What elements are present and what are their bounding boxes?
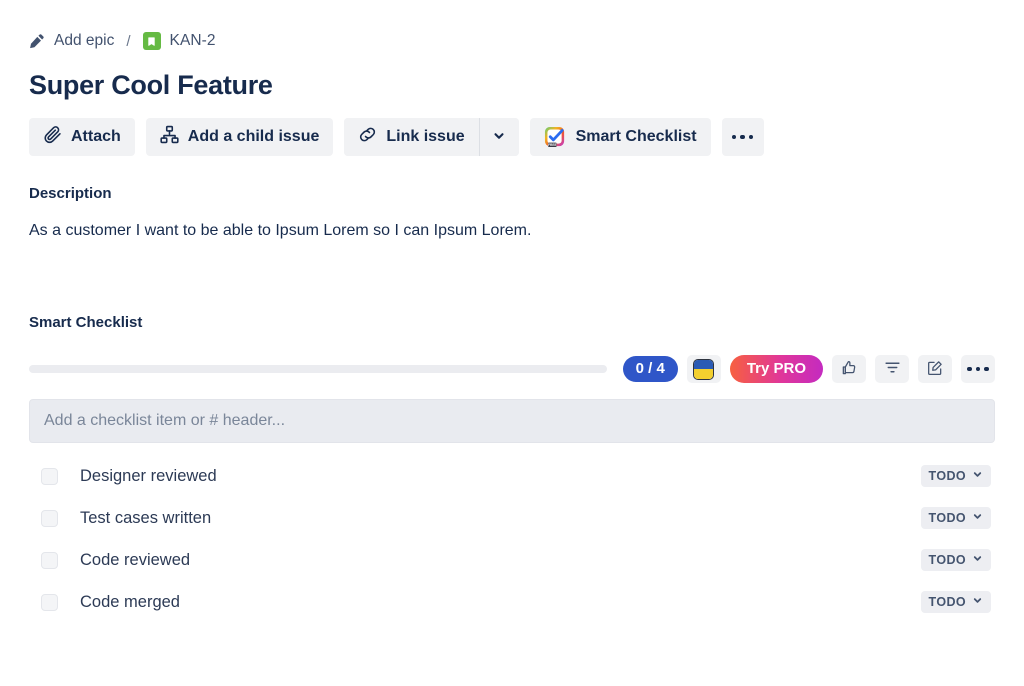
attach-button[interactable]: Attach bbox=[29, 118, 135, 156]
checklist-more-button[interactable] bbox=[961, 355, 995, 383]
checklist-row-3[interactable]: Code merged TODO bbox=[29, 581, 995, 623]
chevron-down-icon bbox=[972, 553, 983, 567]
attach-button-label: Attach bbox=[71, 128, 121, 145]
breadcrumb: Add epic / KAN-2 bbox=[29, 26, 995, 56]
link-issue-dropdown-button[interactable] bbox=[478, 118, 519, 156]
issue-view: Add epic / KAN-2 Super Cool Feature Atta… bbox=[0, 26, 1024, 686]
ukraine-flag-button[interactable] bbox=[686, 355, 721, 383]
filter-button[interactable] bbox=[875, 355, 909, 383]
breadcrumb-issue-key[interactable]: KAN-2 bbox=[170, 32, 216, 50]
link-issue-button[interactable]: Link issue bbox=[344, 118, 479, 156]
checklist-item-status-dropdown[interactable]: TODO bbox=[920, 549, 991, 571]
chevron-down-icon bbox=[492, 129, 506, 146]
progress-count-badge: 0 / 4 bbox=[622, 356, 678, 382]
filter-icon bbox=[884, 359, 901, 379]
more-actions-button[interactable] bbox=[721, 118, 764, 156]
more-icon bbox=[967, 366, 989, 372]
pencil-icon bbox=[29, 33, 45, 49]
ukraine-flag-icon bbox=[693, 358, 715, 380]
link-icon bbox=[358, 125, 377, 149]
checklist-item-status-label: TODO bbox=[928, 595, 966, 609]
smart-checklist-toolbar: 0 / 4 Try PRO bbox=[29, 355, 995, 383]
chevron-down-icon bbox=[972, 595, 983, 609]
chevron-down-icon bbox=[972, 511, 983, 525]
checklist-item-status-dropdown[interactable]: TODO bbox=[920, 465, 991, 487]
chevron-down-icon bbox=[972, 469, 983, 483]
edit-checklist-button[interactable] bbox=[918, 355, 952, 383]
hierarchy-icon bbox=[160, 125, 179, 149]
edit-icon bbox=[927, 360, 943, 379]
add-child-issue-label: Add a child issue bbox=[187, 128, 320, 145]
checklist-item-status-dropdown[interactable]: TODO bbox=[920, 591, 991, 613]
checklist-item-status-label: TODO bbox=[928, 553, 966, 567]
smart-checklist-button[interactable]: FREE Smart Checklist bbox=[529, 118, 711, 156]
checklist-item-label: Test cases written bbox=[80, 508, 212, 527]
smart-checklist-label: Smart Checklist bbox=[575, 128, 697, 145]
checklist-item-status-dropdown[interactable]: TODO bbox=[920, 507, 991, 529]
story-icon bbox=[142, 32, 161, 50]
checklist-item-checkbox[interactable] bbox=[41, 593, 58, 611]
breadcrumb-add-epic[interactable]: Add epic bbox=[29, 32, 114, 50]
checklist-item-checkbox[interactable] bbox=[41, 551, 58, 569]
try-pro-button[interactable]: Try PRO bbox=[729, 355, 823, 383]
breadcrumb-add-epic-label: Add epic bbox=[54, 32, 115, 49]
checklist-item-label: Code reviewed bbox=[80, 550, 191, 569]
smart-checklist-heading: Smart Checklist bbox=[29, 314, 143, 331]
checklist-row-2[interactable]: Code reviewed TODO bbox=[29, 539, 995, 581]
checklist-item-label: Code merged bbox=[80, 592, 180, 611]
feedback-button[interactable] bbox=[832, 355, 866, 383]
checklist-row-0[interactable]: Designer reviewed TODO bbox=[29, 455, 995, 497]
checklist-items: Designer reviewed TODO Test cases writte… bbox=[29, 455, 995, 623]
action-toolbar: Attach Add a child issue Link issue FREE… bbox=[29, 118, 995, 156]
link-issue-split-button: Link issue bbox=[344, 118, 519, 156]
checklist-item-checkbox[interactable] bbox=[41, 467, 58, 485]
add-child-issue-button[interactable]: Add a child issue bbox=[145, 118, 334, 156]
smart-checklist-app-icon: FREE bbox=[544, 126, 567, 149]
paperclip-icon bbox=[43, 125, 62, 149]
svg-text:FREE: FREE bbox=[548, 142, 556, 146]
add-checklist-item-input[interactable] bbox=[29, 399, 995, 443]
link-issue-label: Link issue bbox=[386, 128, 465, 145]
thumbs-up-icon bbox=[841, 360, 857, 379]
checklist-row-1[interactable]: Test cases written TODO bbox=[29, 497, 995, 539]
checklist-item-checkbox[interactable] bbox=[41, 509, 58, 527]
page-title[interactable]: Super Cool Feature bbox=[29, 68, 995, 102]
checklist-item-status-label: TODO bbox=[928, 469, 966, 483]
description-body[interactable]: As a customer I want to be able to Ipsum… bbox=[29, 220, 995, 242]
breadcrumb-separator: / bbox=[126, 32, 131, 50]
checklist-item-status-label: TODO bbox=[928, 511, 966, 525]
more-icon bbox=[731, 134, 754, 140]
description-heading: Description bbox=[29, 185, 112, 202]
checklist-item-label: Designer reviewed bbox=[80, 466, 217, 485]
progress-bar bbox=[29, 365, 607, 373]
